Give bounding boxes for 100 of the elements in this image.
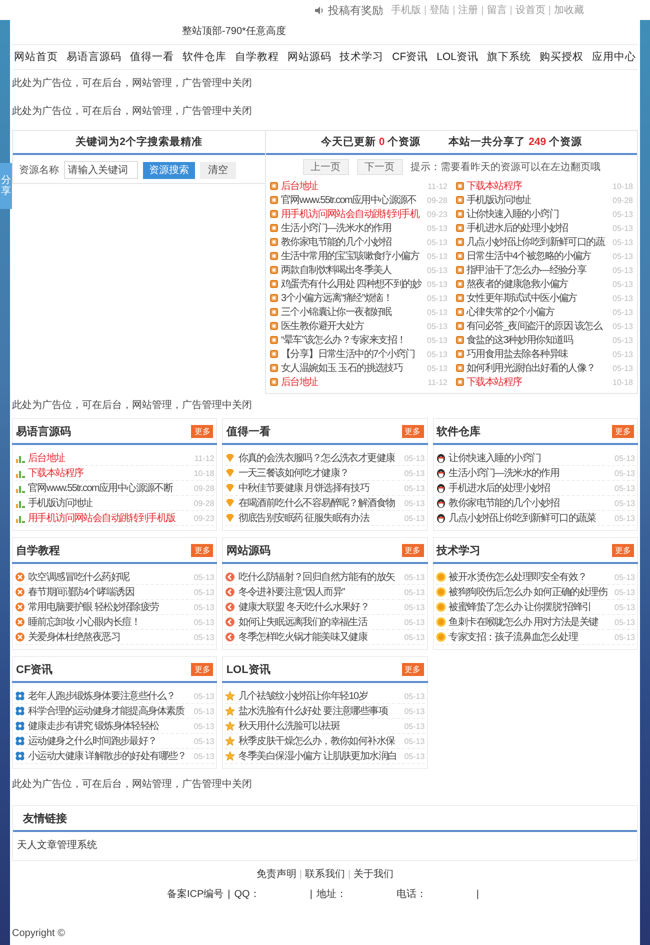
article-link[interactable]: 常用电脑要护眼 轻松妙招除疲劳 [28,600,191,614]
article-link[interactable]: 被开水烫伤怎么处理即安全有效？ [448,570,612,584]
article-link[interactable]: 吃什么防辐射？回归自然方能有的放矢 [238,570,402,584]
article-link[interactable]: 巧用食用盐去除各种异味 [466,347,610,361]
article-link[interactable]: 如何让失眠远离我们的幸福生活 [238,615,402,629]
article-link[interactable]: 生活中常用的宝宝咳嗽食疗小偏方 [281,249,424,263]
article-link[interactable]: 冬季怎样吃火锅才能美味又健康 [238,630,402,644]
article-link[interactable]: 下载本站程序 [28,466,191,480]
article-link[interactable]: 后台地址 [281,375,425,389]
footer-link[interactable]: 联系我们 [305,867,345,881]
article-link[interactable]: 鸡蛋壳有什么用处 四种想不到的妙 [281,277,424,291]
article-link[interactable]: 秋天用什么洗脸可以祛斑 [238,719,402,733]
article-link[interactable]: 让你快速入睡的小窍门 [448,451,612,465]
article-link[interactable]: 几点小妙招让你吃到新鲜可口的蔬菜 [448,511,612,525]
article-link[interactable]: 3个小偏方远离“痛经”烦恼！ [281,291,424,305]
nav-item[interactable]: LOL资讯 [436,50,478,64]
article-link[interactable]: 食盐的这3种妙用你知道吗 [466,333,610,347]
article-link[interactable]: 用手机访问网站会自动跳转到手机版 [28,511,191,525]
clear-button[interactable]: 清空 [200,162,236,178]
article-link[interactable]: 专家支招：孩子流鼻血怎么处理 [448,630,612,644]
article-link[interactable]: 彻底告别安眠药 征服失眠有办法 [238,511,402,525]
square-icon [456,196,464,204]
article-link[interactable]: 让你快速入睡的小窍门 [466,207,610,221]
nav-item[interactable]: 网站首页 [14,50,58,64]
article-link[interactable]: 三个小锦囊让你一夜都好眠 [281,305,424,319]
article-link[interactable]: 指甲油干了怎么办—经验分享 [466,263,610,277]
nav-item[interactable]: 易语言源码 [66,50,122,64]
article-link[interactable]: 有问必答_夜间盗汗的原因 该怎么 [466,319,610,333]
article-link[interactable]: 运动健身之什么时间跑步最好？ [28,734,191,748]
article-link[interactable]: 手机版访问地址 [28,496,191,510]
article-link[interactable]: 几点小妙招让你吃到新鲜可口的蔬 [466,235,610,249]
article-link[interactable]: 下载本站程序 [466,179,610,193]
nav-item[interactable]: 软件仓库 [182,50,226,64]
article-link[interactable]: 睡前忘卸妆 小心眼内长痘！ [28,615,191,629]
nav-item[interactable]: CF资讯 [392,50,428,64]
article-link[interactable]: 如何利用光源拍出好看的人像？ [466,361,610,375]
article-link[interactable]: 鱼刺卡在喉咙怎么办 用对方法是关键 [448,615,612,629]
friend-link[interactable]: 天人文章管理系统 [13,832,637,860]
nav-item[interactable]: 旗下系统 [486,50,531,64]
article-link[interactable]: 老年人跑步锻炼身体要注意些什么？ [28,689,191,703]
article-link[interactable]: 【分享】日常生活中的7个小窍门 [281,347,424,361]
article-link[interactable]: 盐水洗脸有什么好处 要注意哪些事项 [238,704,402,718]
separator-text: | [510,5,512,16]
article-link[interactable]: 健康大联盟 冬天吃什么水果好？ [238,600,402,614]
article-link[interactable]: 中秋佳节要健康 月饼选择有技巧 [238,481,402,495]
article-link[interactable]: 被蜜蜂蛰了怎么办 让你摆脱“招蜂引 [448,600,612,614]
article-link[interactable]: 小运动大健康 详解散步的好处有哪些？ [28,749,191,763]
article-link[interactable]: 教你家电节能的几个小妙招 [448,496,612,510]
separator-text: | [548,5,551,16]
nav-item[interactable]: 购买授权 [539,50,584,64]
promo-link[interactable]: 投稿有奖励 [314,2,383,18]
sun-icon [436,572,446,582]
article-link[interactable]: 几个祛皱纹小妙招让你年轻10岁 [238,689,402,703]
article-link[interactable]: 两款自制饮料喝出冬季美人 [281,263,424,277]
footer-link[interactable]: 关于我们 [354,867,394,881]
article-link[interactable]: 官网www.55tr.com应用中心源源不 [281,193,424,207]
article-link[interactable]: 心律失常的2个小偏方 [466,305,610,319]
article-link[interactable]: 吹空调感冒吃什么药好呢 [28,570,191,584]
article-link[interactable]: 秋季皮肤干燥怎么办，教你如何补水保 [238,734,402,748]
article-link[interactable]: 日常生活中4个被忽略的小偏方 [466,249,610,263]
article-link[interactable]: 下载本站程序 [466,375,610,389]
search-field[interactable]: 请输入关键词 [64,161,138,179]
nav-item[interactable]: 自学教程 [234,50,279,64]
article-link[interactable]: 冬令进补要注意“因人而异” [238,585,402,599]
next-button[interactable]: 下一页 [356,159,402,175]
article-link[interactable]: 春节期间谨防4个哮喘诱因 [28,585,191,599]
article-link[interactable]: “晕车”该怎么办？专家来支招！ [281,333,424,347]
article-link[interactable]: 后台地址 [281,179,425,193]
article-link[interactable]: 官网www.55tr.com应用中心源源不断 [28,481,191,495]
panel-title: 易语言源码 [16,424,71,438]
article-link[interactable]: 医生教你避开大处方 [281,319,424,333]
article-link[interactable]: 关爱身体杜绝熬夜恶习 [28,630,191,644]
article-link[interactable]: 健康走步有讲究 锻炼身体轻轻松 [28,719,191,733]
square-icon [456,308,464,316]
article-link[interactable]: 后台地址 [28,451,192,465]
article-link[interactable]: 你真的会洗衣服吗？怎么洗衣才更健康 [238,451,402,465]
article-link[interactable]: 科学合理的运动健身才能提高身体素质 [28,704,191,718]
article-link[interactable]: 冬季美白保湿小偏方 让肌肤更加水润白 [238,749,402,763]
nav-item[interactable]: 值得一看 [130,50,174,64]
nav-item[interactable]: 技术学习 [340,50,384,64]
article-link[interactable]: 女人温婉如玉 玉石的挑选技巧 [281,361,424,375]
article-link[interactable]: 熬夜者的健康急救小偏方 [466,277,610,291]
article-link[interactable]: 用手机访问网站会自动跳转到手机 [281,207,424,221]
article-link[interactable]: 手机进水后的处理小妙招 [466,221,610,235]
arrow-circle-icon [225,602,236,612]
article-link[interactable]: 手机版访问地址 [466,193,610,207]
article-link[interactable]: 生活小窍门—洗米水的作用 [448,466,612,480]
article-link[interactable]: 教你家电节能的几个小妙招 [281,235,424,249]
article-link[interactable]: 女性更年期试试中医小偏方 [466,291,610,305]
article-link[interactable]: 被狗狗咬伤后怎么办 如何正确的处理伤 [448,585,612,599]
sun-icon [436,617,446,627]
article-link[interactable]: 手机进水后的处理小妙招 [448,481,612,495]
footer-link[interactable]: 免责声明 [256,867,296,881]
article-link[interactable]: 生活小窍门—洗米水的作用 [281,221,424,235]
article-link[interactable]: 在喝酒前吃什么不容易醉呢？解酒食物 [238,496,402,510]
article-link[interactable]: 一天三餐该如何吃才健康？ [238,466,402,480]
nav-item[interactable]: 网站源码 [287,50,332,64]
nav-item[interactable]: 应用中心 [592,50,636,64]
square-icon [456,336,464,344]
prev-button[interactable]: 上一页 [302,159,348,175]
